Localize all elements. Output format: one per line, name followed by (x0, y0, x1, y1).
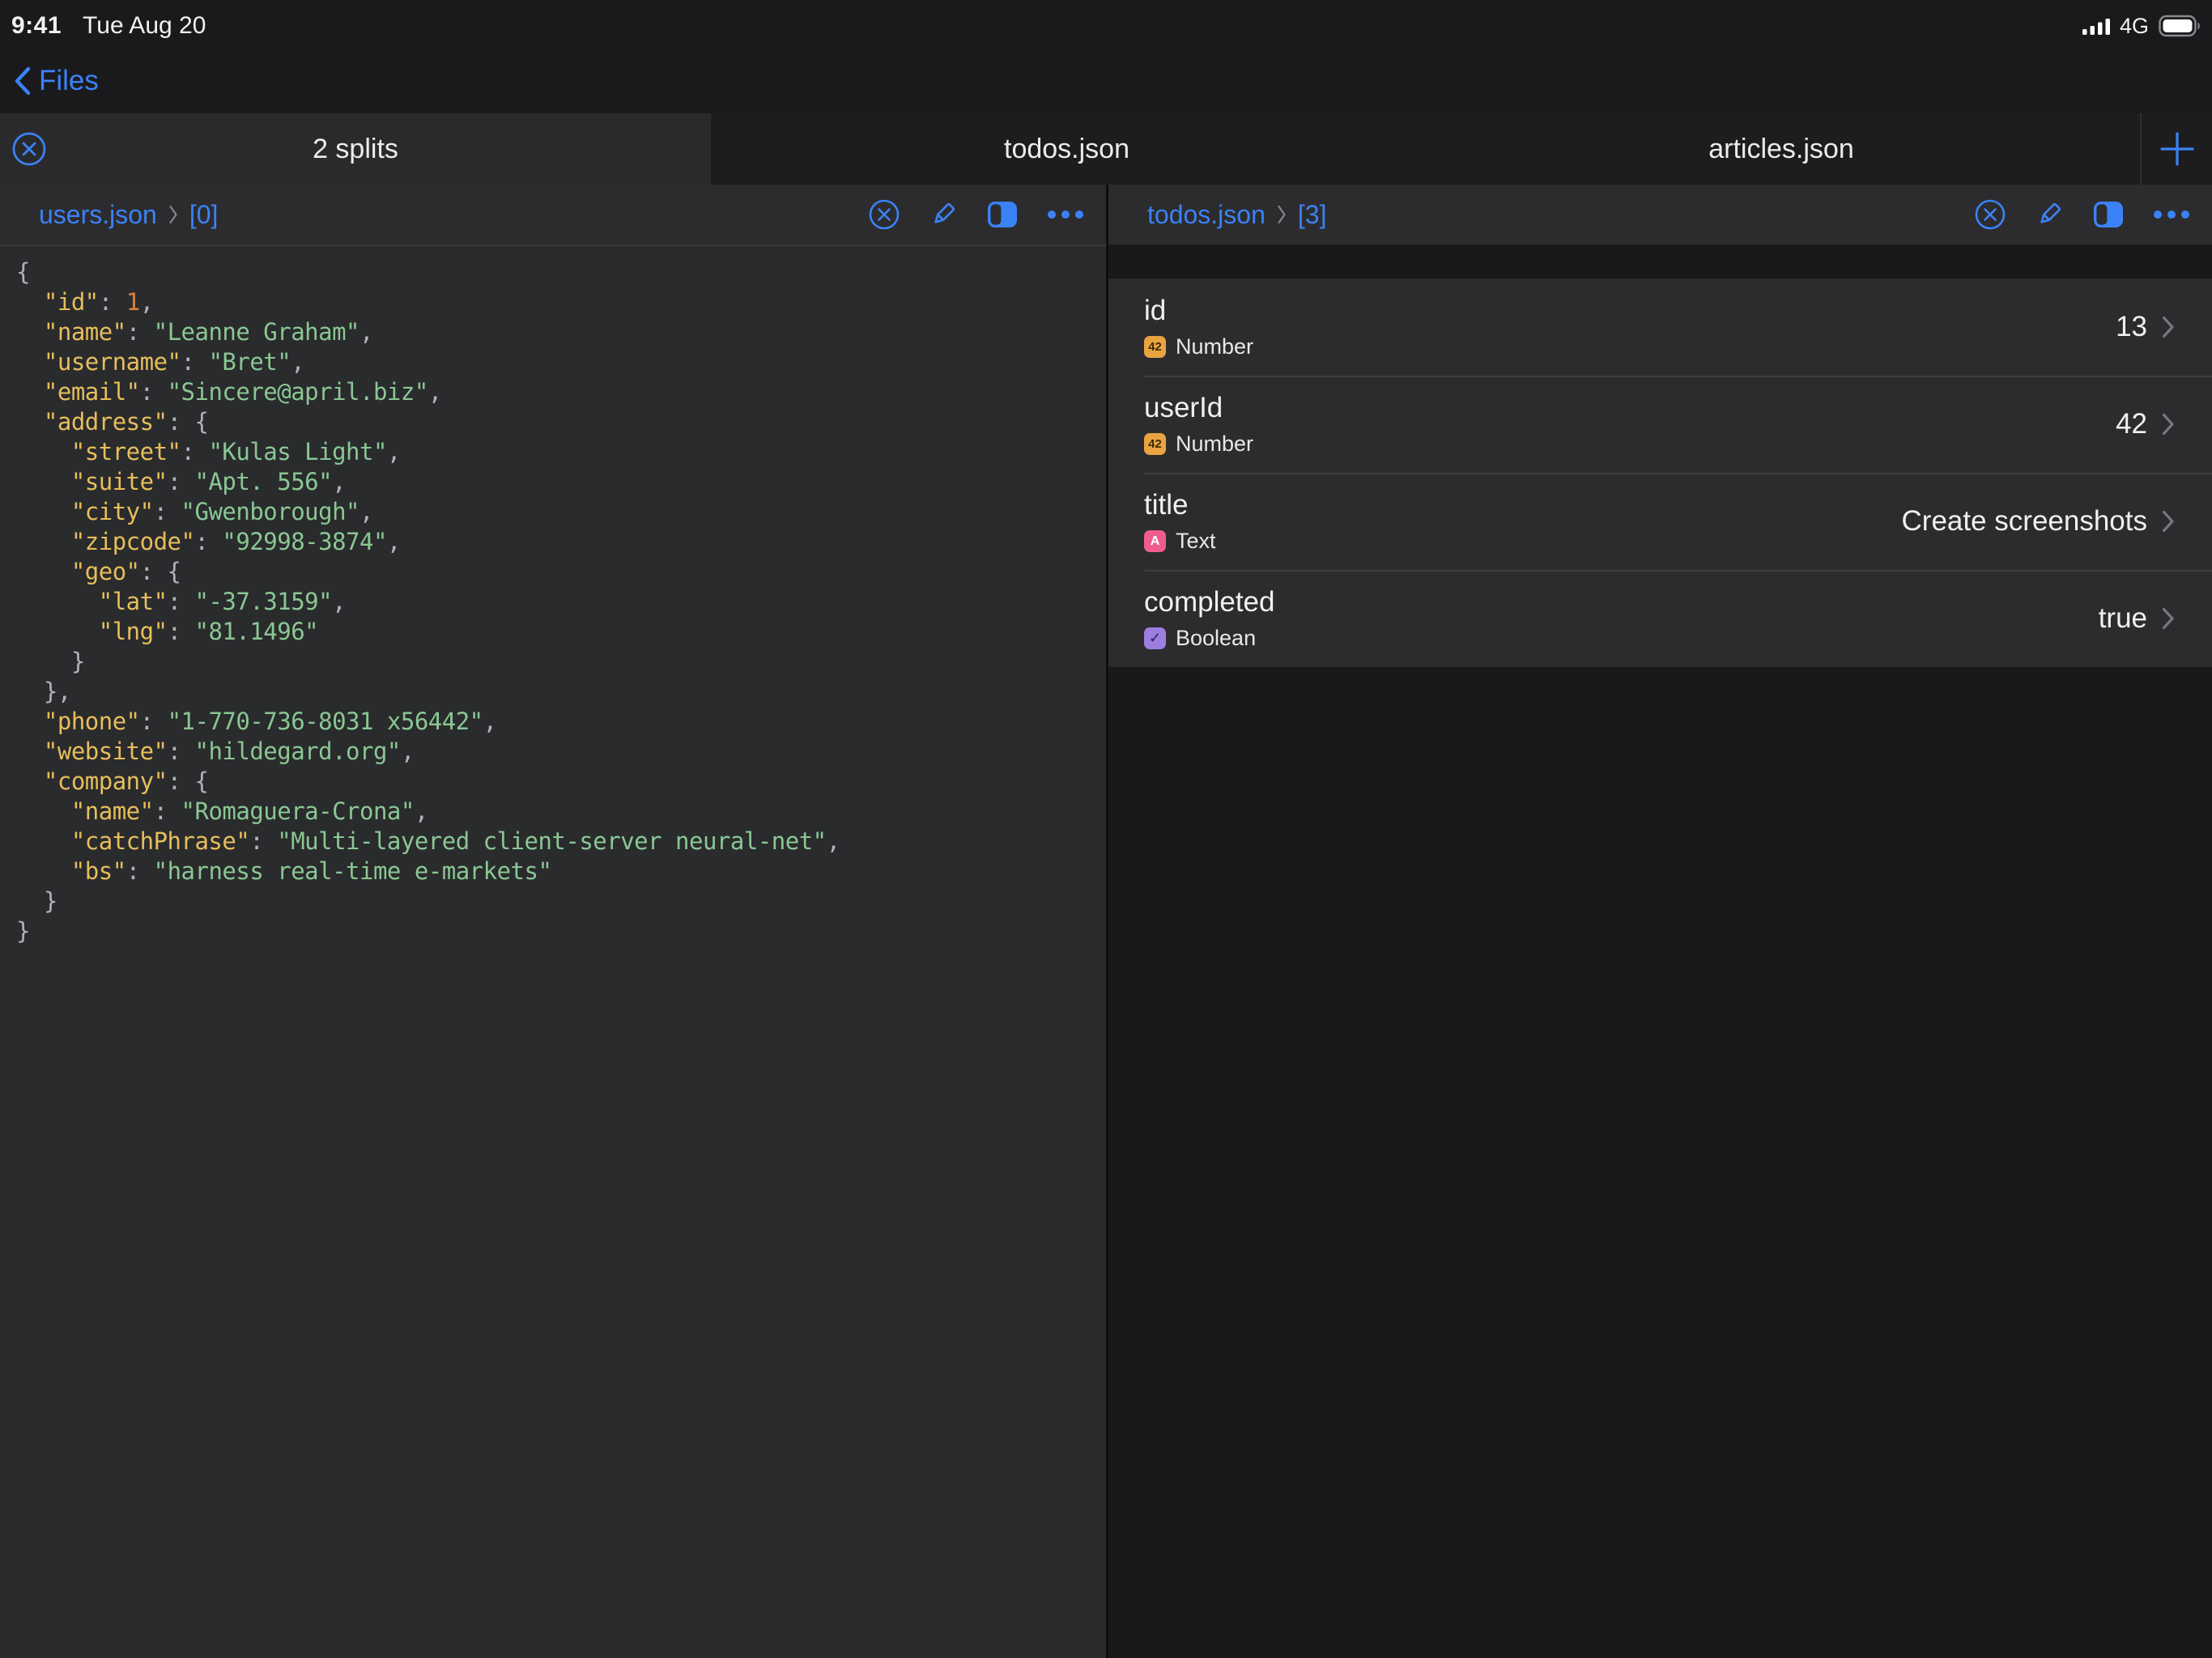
left-pane-actions (869, 199, 1091, 230)
breadcrumb-chevron-icon (168, 205, 178, 224)
code-line: } (16, 647, 1106, 677)
breadcrumb-index[interactable]: [3] (1298, 200, 1327, 230)
edit-pencil-button[interactable] (928, 199, 959, 230)
tab-label: 2 splits (313, 134, 398, 165)
field-value: 13 (2116, 311, 2147, 343)
code-line: "lng": "81.1496" (16, 617, 1106, 647)
code-line: "username": "Bret", (16, 347, 1106, 377)
code-line: "name": "Romaguera-Crona", (16, 797, 1106, 827)
more-ellipsis-button[interactable] (2152, 199, 2191, 230)
right-pane-actions (1975, 199, 2197, 230)
code-line: "lat": "-37.3159", (16, 587, 1106, 617)
type-boolean-badge-icon: ✓ (1144, 627, 1166, 649)
close-circle-icon[interactable] (12, 132, 46, 166)
code-line: } (16, 916, 1106, 946)
field-key: completed (1144, 586, 1274, 619)
field-row[interactable]: userId 42 Number 42 (1108, 376, 2212, 473)
network-type-label: 4G (2120, 14, 2149, 39)
right-pane-content: id 42 Number 13 userId 42 Number 42 title A Text Cr… (1108, 244, 2212, 1658)
breadcrumb: users.json [0] (39, 200, 218, 230)
field-list: id 42 Number 13 userId 42 Number 42 title A Text Cr… (1108, 278, 2212, 667)
field-type: Boolean (1176, 626, 1256, 651)
code-line: "company": { (16, 767, 1106, 797)
split-view-button[interactable] (987, 199, 1018, 230)
status-time: 9:41 (11, 12, 62, 40)
left-pane: users.json [0] (0, 185, 1106, 1658)
add-tab-button[interactable] (2140, 113, 2212, 185)
chevron-left-icon (13, 66, 31, 96)
close-pane-button[interactable] (1975, 199, 2006, 230)
app-window: 9:41 Tue Aug 20 4G (0, 0, 2212, 1658)
tab-todos-json[interactable]: todos.json (711, 113, 1423, 185)
code-line: "geo": { (16, 557, 1106, 587)
code-line: "street": "Kulas Light", (16, 437, 1106, 467)
code-line: "suite": "Apt. 556", (16, 467, 1106, 497)
field-key: title (1144, 489, 1216, 521)
edit-pencil-button[interactable] (2034, 199, 2065, 230)
tab-splits[interactable]: 2 splits (0, 113, 711, 185)
field-type: Text (1176, 529, 1216, 554)
tab-articles-json[interactable]: articles.json (1423, 113, 2140, 185)
back-label: Files (39, 65, 99, 97)
type-number-badge-icon: 42 (1144, 433, 1166, 455)
code-line: } (16, 886, 1106, 916)
breadcrumb-index[interactable]: [0] (189, 200, 219, 230)
chevron-right-icon (2162, 413, 2175, 436)
type-number-badge-icon: 42 (1144, 336, 1166, 358)
code-line: "address": { (16, 407, 1106, 437)
field-key: id (1144, 295, 1253, 327)
tab-bar: 2 splits todos.json articles.json (0, 113, 2212, 185)
chevron-right-icon (2162, 316, 2175, 338)
code-line: }, (16, 677, 1106, 707)
code-line: "phone": "1-770-736-8031 x56442", (16, 707, 1106, 737)
code-line: "id": 1, (16, 287, 1106, 317)
field-row[interactable]: id 42 Number 13 (1108, 278, 2212, 376)
field-type: Number (1176, 432, 1253, 457)
field-row[interactable]: title A Text Create screenshots (1108, 473, 2212, 570)
field-type: Number (1176, 334, 1253, 359)
breadcrumb-chevron-icon (1277, 205, 1287, 224)
more-ellipsis-button[interactable] (1046, 199, 1085, 230)
left-pane-header: users.json [0] (0, 185, 1106, 246)
split-view-button[interactable] (2093, 199, 2124, 230)
split-panes: users.json [0] (0, 185, 2212, 1658)
nav-bar: Files (0, 49, 2212, 113)
breadcrumb-file[interactable]: users.json (39, 200, 157, 230)
code-line: "catchPhrase": "Multi-layered client-ser… (16, 827, 1106, 857)
chevron-right-icon (2162, 607, 2175, 630)
status-date: Tue Aug 20 (83, 12, 206, 40)
battery-icon (2159, 15, 2202, 37)
plus-icon (2159, 130, 2196, 168)
breadcrumb-file[interactable]: todos.json (1147, 200, 1266, 230)
tab-label: articles.json (1708, 134, 1854, 165)
code-line: "website": "hildegard.org", (16, 737, 1106, 767)
cellular-signal-icon (2082, 18, 2110, 35)
code-line: "name": "Leanne Graham", (16, 317, 1106, 347)
close-pane-button[interactable] (869, 199, 900, 230)
breadcrumb: todos.json [3] (1147, 200, 1326, 230)
code-line: "email": "Sincere@april.biz", (16, 377, 1106, 407)
json-code[interactable]: { "id": 1, "name": "Leanne Graham", "use… (0, 246, 1106, 1658)
field-key: userId (1144, 392, 1253, 424)
type-text-badge-icon: A (1144, 530, 1166, 552)
tab-label: todos.json (1004, 134, 1129, 165)
right-pane: todos.json [3] (1108, 185, 2212, 1658)
right-pane-header: todos.json [3] (1108, 185, 2212, 244)
field-row[interactable]: completed ✓ Boolean true (1108, 570, 2212, 667)
chevron-right-icon (2162, 510, 2175, 533)
field-value: 42 (2116, 408, 2147, 440)
code-line: "city": "Gwenborough", (16, 497, 1106, 527)
status-bar: 9:41 Tue Aug 20 4G (0, 0, 2212, 49)
back-button[interactable]: Files (13, 65, 99, 97)
code-line: "bs": "harness real-time e-markets" (16, 857, 1106, 886)
code-line: "zipcode": "92998-3874", (16, 527, 1106, 557)
code-line: { (16, 257, 1106, 287)
field-value: true (2099, 602, 2147, 635)
field-value: Create screenshots (1902, 505, 2147, 538)
